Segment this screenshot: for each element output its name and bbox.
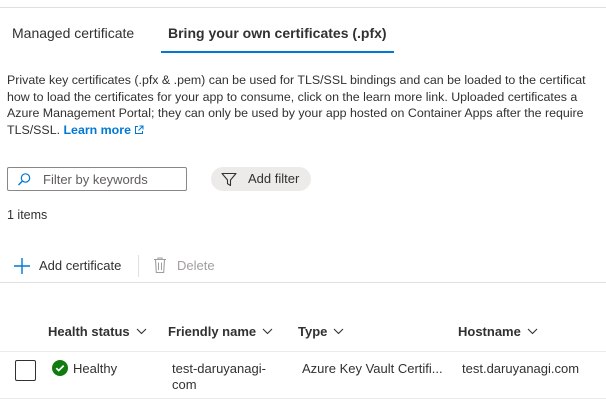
column-header-label: Hostname [458, 324, 521, 339]
column-header-label: Type [298, 324, 328, 339]
filter-keywords-input[interactable] [43, 170, 183, 188]
row-divider [0, 398, 606, 399]
command-bar: Add certificate Delete [0, 250, 606, 282]
items-count: 1 items [7, 208, 48, 222]
plus-icon [13, 257, 31, 280]
column-header-label: Health status [48, 324, 130, 339]
friendly-name-cell: test-daruyanagi-com [172, 361, 266, 392]
toolbar-separator [138, 255, 139, 277]
description-line: TLS/SSL. [7, 122, 61, 137]
search-icon [16, 172, 32, 191]
row-checkbox[interactable] [15, 360, 36, 381]
chevron-down-icon [527, 323, 538, 338]
table-header: Health status Friendly name Type Hostnam… [0, 318, 606, 346]
tab-managed-certificate[interactable]: Managed certificate [12, 18, 134, 52]
description-line: Private key certificates (.pfx & .pem) c… [7, 73, 586, 87]
description-line-last: TLS/SSL. Learn more [7, 122, 606, 140]
funnel-icon [221, 172, 237, 190]
tab-bring-your-own-certificates[interactable]: Bring your own certificates (.pfx) [161, 18, 394, 53]
column-header-friendly-name[interactable]: Friendly name [168, 323, 273, 339]
tab-selected-indicator [161, 51, 394, 53]
column-header-label: Friendly name [168, 324, 257, 339]
trash-icon [152, 256, 168, 279]
chevron-down-icon [333, 323, 344, 338]
description-line: Azure Management Portal; they can only b… [7, 106, 584, 120]
type-cell: Azure Key Vault Certifi... [302, 361, 443, 376]
chevron-down-icon [262, 323, 273, 338]
tab-bar: Managed certificate Bring your own certi… [0, 18, 606, 53]
column-header-type[interactable]: Type [298, 323, 344, 339]
add-certificate-label: Add certificate [39, 258, 122, 273]
filter-search-box[interactable] [7, 167, 187, 191]
top-divider [0, 7, 606, 8]
column-header-health-status[interactable]: Health status [48, 323, 147, 339]
hostname-cell: test.daruyanagi.com [462, 361, 580, 376]
delete-label: Delete [177, 258, 215, 273]
toolbar-divider [0, 282, 606, 283]
learn-more-link[interactable]: Learn more [63, 122, 144, 140]
description-text: Private key certificates (.pfx & .pem) c… [7, 72, 606, 139]
description-line: how to load the certificates for your ap… [7, 89, 578, 104]
learn-more-label: Learn more [63, 122, 131, 137]
external-link-icon [134, 123, 144, 140]
add-filter-label: Add filter [248, 171, 300, 186]
healthy-check-icon [52, 360, 68, 379]
tab-label: Bring your own certificates (.pfx) [168, 25, 387, 41]
chevron-down-icon [136, 323, 147, 338]
table-row[interactable]: Healthy test-daruyanagi-com Azure Key Va… [0, 352, 606, 398]
column-header-hostname[interactable]: Hostname [458, 323, 538, 339]
health-status-label: Healthy [73, 361, 118, 376]
add-filter-button[interactable]: Add filter [211, 167, 311, 191]
